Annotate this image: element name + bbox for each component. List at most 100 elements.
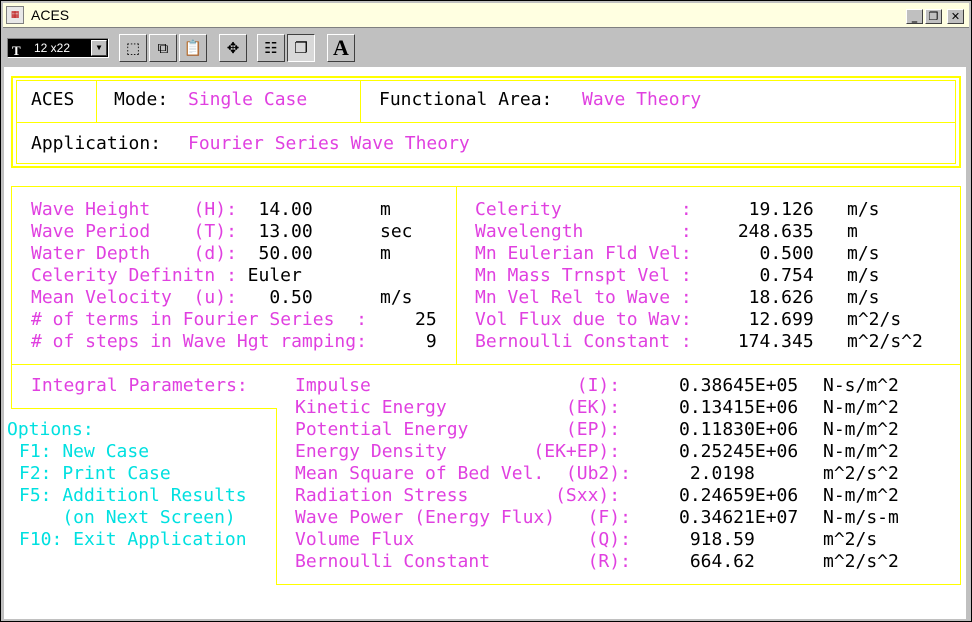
input-value: 25 [415,309,437,330]
frame-line [11,76,13,168]
integral-value: 0.25245E+06 [679,441,799,462]
output-label: Mn Mass Trnspt Vel : [475,265,692,286]
output-label: Bernoulli Constant : [475,331,692,352]
input-label: Water Depth (d): [31,243,237,264]
integral-label: Bernoulli Constant (R): [295,551,631,572]
integral-unit: m^2/s^2 [823,463,899,484]
integral-unit: N-m/m^2 [823,397,899,418]
functional-area-label: Functional Area: [379,89,553,110]
mark-icon: ⬚ [125,39,141,57]
integral-label: Energy Density (EK+EP): [295,441,621,462]
input-label: Wave Period (T): [31,221,237,242]
frame-line [11,364,12,408]
paste-button[interactable]: 📋 [179,34,207,62]
output-value: 174.345 [727,331,814,352]
properties-button[interactable]: ☷ [257,34,285,62]
frame-line [11,408,276,409]
integral-heading: Integral Parameters: [31,375,248,396]
app-icon[interactable]: ▦ [6,6,24,24]
frame-line [16,80,956,81]
output-unit: m^2/s [847,309,902,330]
input-unit: sec [380,221,413,242]
input-unit: m [380,199,391,220]
option-additional-results[interactable]: F5: Additionl Results [19,485,247,507]
output-label: Wavelength : [475,221,692,242]
frame-line [11,364,961,365]
output-label: Mn Vel Rel to Wave : [475,287,692,308]
frame-line [11,186,961,187]
integral-unit: N-m/m^2 [823,419,899,440]
font-size-select[interactable]: T 12 x22 ▼ [7,38,109,58]
input-label: Mean Velocity (u): [31,287,237,308]
output-unit: m^2/s^2 [847,331,923,352]
frame-line [456,186,457,364]
integral-value: 0.34621E+07 [679,507,799,528]
integral-value: 0.13415E+06 [679,397,799,418]
integral-label: Potential Energy (EP): [295,419,621,440]
option-additional-results-note: (on Next Screen) [19,507,236,528]
frame-line [16,163,956,164]
chevron-down-icon[interactable]: ▼ [91,40,107,56]
output-label: Celerity : [475,199,692,220]
font-button[interactable]: A [327,34,355,62]
input-value: 50.00 [226,243,313,264]
full-screen-icon: ✥ [226,39,240,57]
integral-label: Kinetic Energy (EK): [295,397,621,418]
background-button[interactable]: ❐ [287,34,315,62]
output-unit: m/s [847,199,880,220]
font-icon: T [12,43,21,58]
properties-icon: ☷ [264,39,278,57]
output-value: 12.699 [727,309,814,330]
minimize-button[interactable]: _ [906,9,923,24]
background-icon: ❐ [294,39,308,57]
frame-line [959,76,961,168]
output-value: 19.126 [727,199,814,220]
output-unit: m/s [847,265,880,286]
integral-label: Mean Square of Bed Vel. (Ub2): [295,463,631,484]
restore-button[interactable]: ❐ [925,9,942,24]
mode-value: Single Case [188,89,308,110]
mode-label: Mode: [114,89,169,110]
integral-label: Radiation Stress (Sxx): [295,485,621,506]
integral-value: 918.59 [679,529,799,550]
toolbar: T 12 x22 ▼ ⬚ ⧉ 📋 ✥ ☷ ❐ A [3,31,969,65]
application-value: Fourier Series Wave Theory [188,133,470,154]
copy-button[interactable]: ⧉ [149,34,177,62]
integral-value: 664.62 [679,551,799,572]
output-label: Vol Flux due to Wav: [475,309,692,330]
frame-line [960,186,961,584]
output-value: 248.635 [727,221,814,242]
input-unit: m [380,243,391,264]
title-bar[interactable]: ▦ ACES _ ❐ ✕ [3,3,969,28]
mark-button[interactable]: ⬚ [119,34,147,62]
input-value: 9 [415,331,437,352]
option-print-case[interactable]: F2: Print Case [19,463,171,485]
input-label: Wave Height (H): [31,199,237,220]
integral-unit: N-m/s-m [823,507,899,528]
paste-icon: 📋 [183,39,203,57]
frame-line [16,122,956,123]
options-heading: Options: [7,419,94,440]
input-value: Euler [226,265,302,286]
close-button[interactable]: ✕ [947,9,964,24]
output-unit: m/s [847,287,880,308]
program-name: ACES [31,89,75,110]
copy-icon: ⧉ [157,39,169,57]
integral-value: 2.0198 [679,463,799,484]
aces-window: ▦ ACES _ ❐ ✕ T 12 x22 ▼ ⬚ ⧉ 📋 ✥ ☷ ❐ A AC… [0,0,972,622]
functional-area-value: Wave Theory [582,89,702,110]
input-value: 0.50 [226,287,313,308]
output-unit: m/s [847,243,880,264]
option-new-case[interactable]: F1: New Case [19,441,149,463]
option-exit-application[interactable]: F10: Exit Application [19,529,247,551]
input-label: # of steps in Wave Hgt ramping: [31,331,367,352]
integral-unit: m^2/s^2 [823,551,899,572]
font-letter-icon: A [333,35,349,60]
input-label: # of terms in Fourier Series : [31,309,367,330]
frame-line [96,80,97,122]
integral-label: Wave Power (Energy Flux) (F): [295,507,631,528]
frame-line [276,408,277,585]
full-screen-button[interactable]: ✥ [219,34,247,62]
output-value: 18.626 [727,287,814,308]
integral-value: 0.38645E+05 [679,375,799,396]
